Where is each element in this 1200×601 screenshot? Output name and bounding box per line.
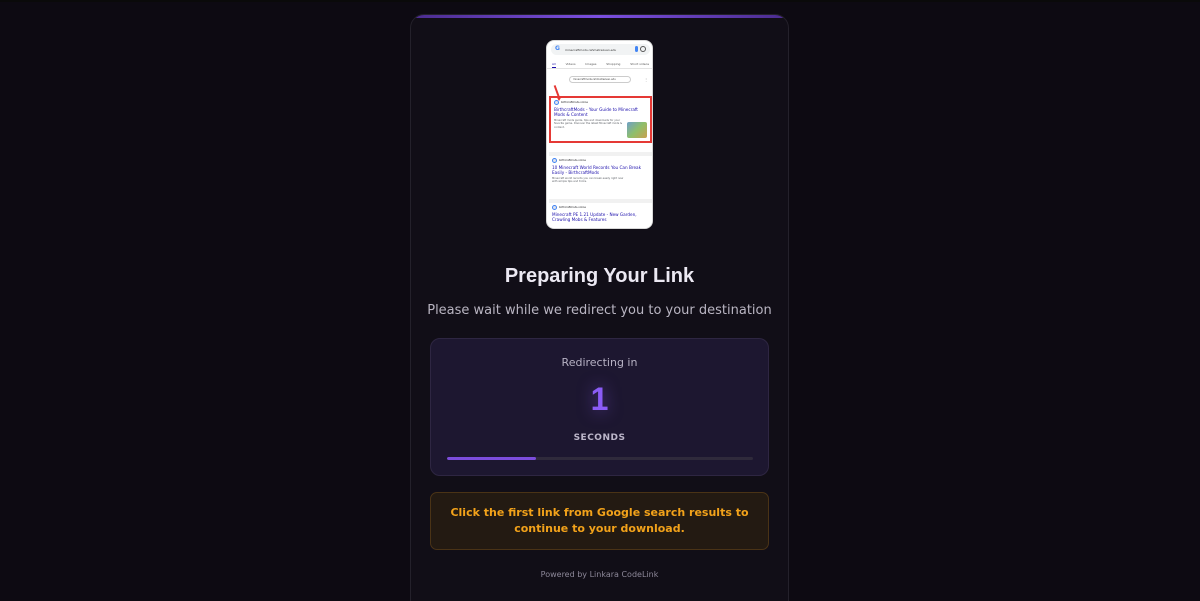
red-arrow-head-icon <box>556 96 562 101</box>
redirect-card: G minecraftmods.rahmatrezuan.edu All Vid… <box>410 14 789 601</box>
favicon-icon <box>552 205 557 210</box>
card-accent-bar <box>411 15 788 18</box>
result-title: Minecraft PE 1.21 Update - New Garden, C… <box>552 212 637 222</box>
powered-by-footer: Powered by Linkara CodeLink <box>540 570 659 579</box>
result-title: BirthcraftMods - Your Guide to Minecraft… <box>554 107 638 117</box>
result-snippet: Minecraft mods guide, tips and downloads… <box>554 119 623 129</box>
result-title: 10 Minecraft World Records You Can Break… <box>552 165 642 175</box>
google-g-icon: G <box>555 45 560 52</box>
phone-tab: Videos <box>565 62 576 66</box>
countdown-number: 1 <box>590 381 609 417</box>
page-subtitle: Please wait while we redirect you to you… <box>427 303 772 318</box>
phone-tab: Shopping <box>606 62 621 66</box>
favicon-icon <box>552 158 557 163</box>
result-thumbnail <box>627 122 647 138</box>
phone-tab: All <box>551 62 556 68</box>
google-search-screenshot: G minecraftmods.rahmatrezuan.edu All Vid… <box>546 40 653 229</box>
phone-filter-chip: minecraftmods.rahmatrezuan.edu <box>569 76 631 83</box>
mic-icon <box>635 46 638 52</box>
lens-icon <box>640 46 646 52</box>
result-site: birthcraftmods.online <box>552 158 649 163</box>
progress-bar <box>447 457 753 460</box>
page-title: Preparing Your Link <box>504 265 695 287</box>
countdown-panel: Redirecting in 1 SECONDS <box>430 338 769 476</box>
phone-search-bar: G minecraftmods.rahmatrezuan.edu <box>551 44 650 55</box>
result-site-name: birthcraftmods.online <box>559 206 586 209</box>
search-result-highlighted: birthcraftmods.online BirthcraftMods - Y… <box>549 96 652 143</box>
result-site-name: birthcraftmods.online <box>559 159 586 162</box>
phone-tab: Images <box>585 62 597 66</box>
result-site: birthcraftmods.online <box>552 205 649 210</box>
redirect-label: Redirecting in <box>561 356 638 369</box>
result-snippet: Minecraft world records you can break ea… <box>552 177 624 184</box>
result-site: birthcraftmods.online <box>554 100 647 105</box>
search-result: birthcraftmods.online Minecraft PE 1.21 … <box>549 199 652 228</box>
instruction-text: Click the first link from Google search … <box>450 506 749 535</box>
instruction-notice: Click the first link from Google search … <box>430 492 769 550</box>
phone-tab: Short videos <box>630 62 650 66</box>
progress-fill <box>447 457 536 460</box>
countdown-unit: SECONDS <box>573 433 626 443</box>
more-icon: ⋮ <box>644 77 648 82</box>
result-site-name: birthcraftmods.online <box>561 101 588 104</box>
phone-tabs: All Videos Images Shopping Short videos <box>547 60 652 69</box>
search-result: birthcraftmods.online 10 Minecraft World… <box>549 152 652 196</box>
phone-search-query: minecraftmods.rahmatrezuan.edu <box>565 47 617 52</box>
top-strip <box>0 0 1200 2</box>
